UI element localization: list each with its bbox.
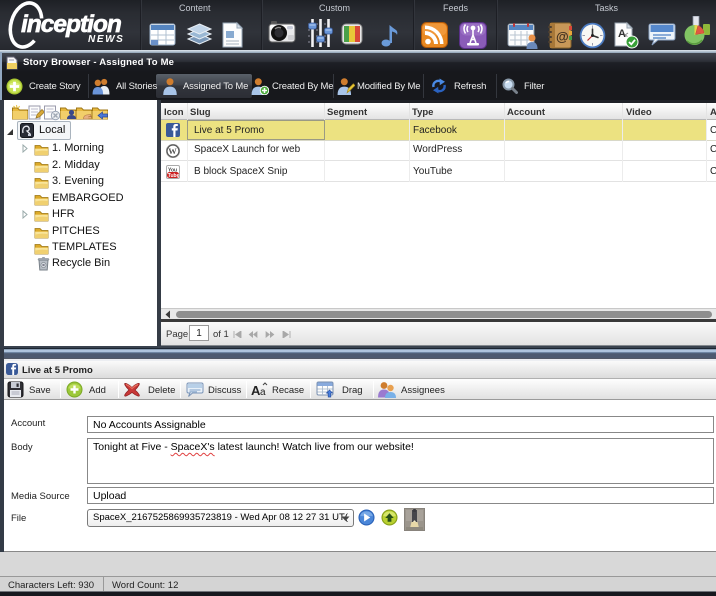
svg-text:Tube: Tube — [168, 173, 180, 179]
svg-text:@: @ — [556, 29, 569, 44]
svg-text:W: W — [168, 146, 177, 156]
svg-text:a: a — [260, 387, 266, 397]
svg-text:NEWS: NEWS — [88, 34, 124, 45]
svg-text:A: A — [618, 28, 626, 40]
